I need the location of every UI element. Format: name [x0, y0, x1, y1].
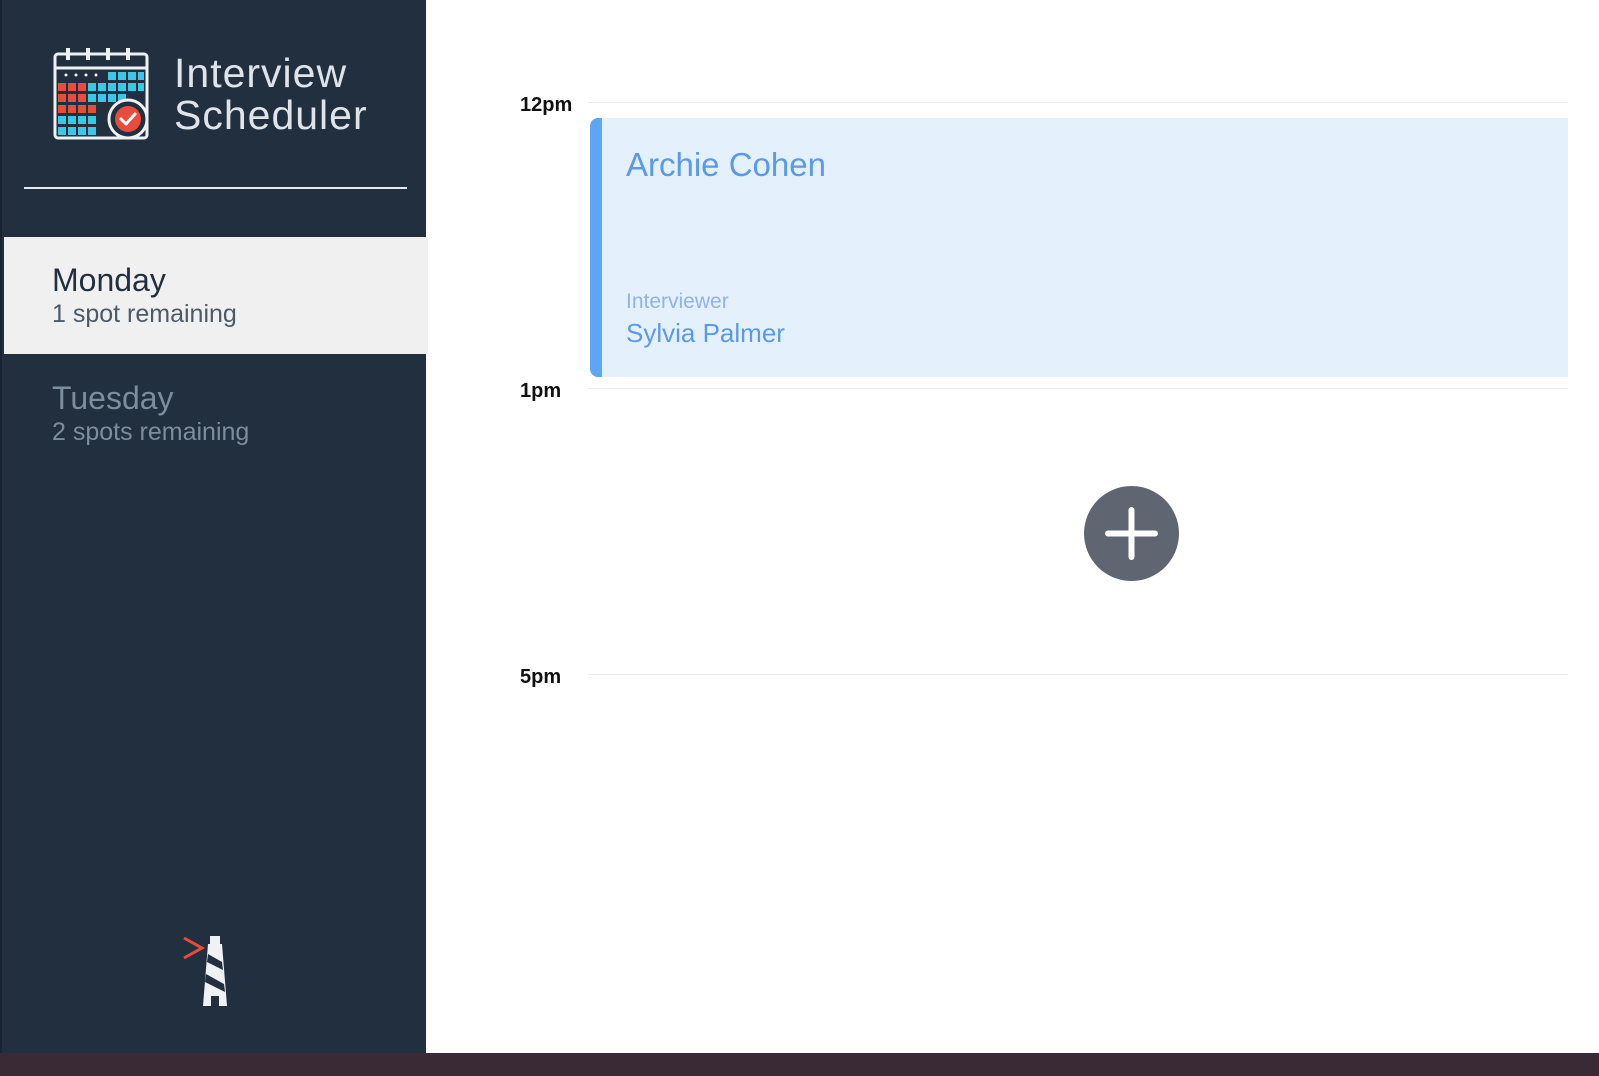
time-label: 12pm: [520, 94, 573, 116]
hour-divider: [588, 388, 1568, 389]
desktop-background: [0, 1053, 1599, 1076]
time-label: 5pm: [520, 666, 562, 688]
calendar-check-icon: [53, 48, 149, 140]
day-name: Tuesday: [52, 380, 174, 416]
day-item-tuesday[interactable]: Tuesday 2 spots remaining: [4, 355, 428, 472]
sidebar-divider: [24, 187, 407, 189]
day-item-monday[interactable]: Monday 1 spot remaining: [4, 237, 428, 354]
interviewer-label: Interviewer: [626, 290, 729, 313]
lighthouse-icon: [183, 936, 227, 1006]
hour-divider: [588, 102, 1568, 103]
hour-divider: [588, 674, 1568, 675]
interviewer-name: Sylvia Palmer: [626, 318, 785, 348]
day-spots: 2 spots remaining: [52, 418, 250, 446]
appointment-card[interactable]: Archie Cohen Interviewer Sylvia Palmer: [590, 118, 1568, 377]
add-appointment-button[interactable]: [1084, 486, 1179, 581]
sidebar: Interview Scheduler Monday 1 spot remain…: [0, 0, 428, 1053]
student-name: Archie Cohen: [626, 146, 826, 183]
app-title-line2: Scheduler: [174, 92, 368, 138]
window-edge: [1568, 0, 1599, 1076]
day-spots: 1 spot remaining: [52, 300, 237, 328]
day-name: Monday: [52, 262, 166, 298]
app-title: Interview Scheduler: [174, 52, 368, 136]
time-label: 1pm: [520, 380, 562, 402]
plus-icon: [1105, 507, 1158, 560]
app-title-line1: Interview: [174, 50, 348, 96]
